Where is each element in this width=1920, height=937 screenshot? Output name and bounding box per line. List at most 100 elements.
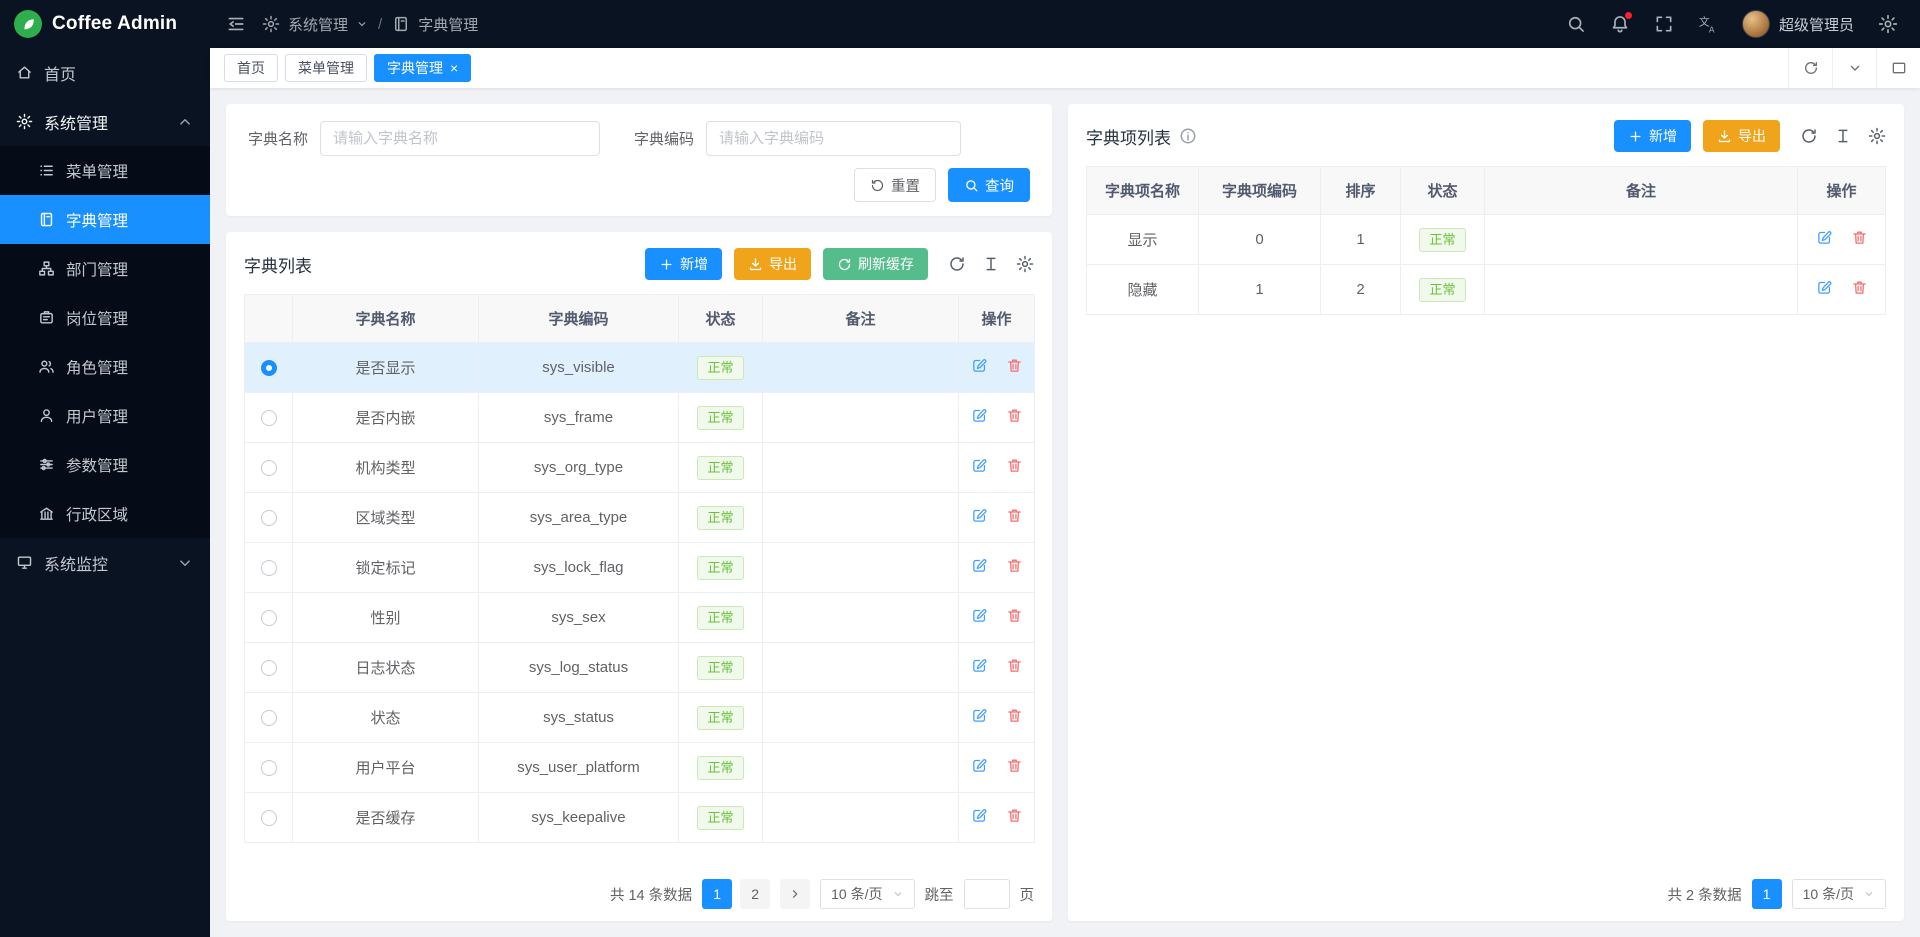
delete-icon[interactable] [1006, 407, 1023, 424]
column-settings-icon[interactable] [1868, 127, 1886, 145]
edit-icon[interactable] [971, 657, 988, 674]
dict-row[interactable]: 日志状态 sys_log_status 正常 [245, 643, 1035, 693]
edit-icon[interactable] [971, 507, 988, 524]
tab-options-chevron-icon[interactable] [1832, 48, 1876, 88]
sidebar-item-dept[interactable]: 部门管理 [0, 244, 210, 293]
delete-icon[interactable] [1006, 557, 1023, 574]
add-dict-item-button[interactable]: 新增 [1614, 120, 1691, 152]
dict-row[interactable]: 机构类型 sys_org_type 正常 [245, 443, 1035, 493]
sidebar-item-user[interactable]: 用户管理 [0, 391, 210, 440]
tab-label: 菜单管理 [298, 58, 354, 78]
user-menu[interactable]: 超级管理员 [1742, 10, 1854, 38]
notification-bell-icon[interactable] [1610, 14, 1630, 34]
dict-row[interactable]: 是否显示 sys_visible 正常 [245, 343, 1035, 393]
reset-button[interactable]: 重置 [854, 168, 936, 202]
add-dict-button[interactable]: 新增 [645, 248, 722, 280]
fullscreen-icon[interactable] [1654, 14, 1674, 34]
sidebar-item-home[interactable]: 首页 [0, 48, 210, 97]
row-select-radio[interactable] [261, 510, 277, 526]
edit-icon[interactable] [971, 457, 988, 474]
page-size-select[interactable]: 10 条/页 [1792, 879, 1886, 909]
delete-icon[interactable] [1006, 807, 1023, 824]
dict-row[interactable]: 用户平台 sys_user_platform 正常 [245, 743, 1035, 793]
refresh-page-icon[interactable] [1788, 48, 1832, 88]
delete-icon[interactable] [1006, 507, 1023, 524]
row-select-radio[interactable] [261, 460, 277, 476]
search-icon[interactable] [1566, 14, 1586, 34]
edit-icon[interactable] [971, 807, 988, 824]
dict-code-input[interactable] [706, 121, 961, 156]
row-select-radio[interactable] [261, 710, 277, 726]
tab-0[interactable]: 首页 [224, 54, 278, 82]
dict-row[interactable]: 区域类型 sys_area_type 正常 [245, 493, 1035, 543]
tab-close-icon[interactable]: × [450, 61, 458, 75]
row-select-radio[interactable] [261, 660, 277, 676]
breadcrumb-system[interactable]: 系统管理 [288, 14, 348, 35]
export-dict-button[interactable]: 导出 [734, 248, 811, 280]
sidebar-item-role[interactable]: 角色管理 [0, 342, 210, 391]
edit-icon[interactable] [1816, 229, 1833, 246]
row-select-radio[interactable] [261, 610, 277, 626]
dict-row[interactable]: 性别 sys_sex 正常 [245, 593, 1035, 643]
dict-row[interactable]: 是否内嵌 sys_frame 正常 [245, 393, 1035, 443]
row-select-radio[interactable] [261, 810, 277, 826]
row-select-radio[interactable] [261, 760, 277, 776]
delete-icon[interactable] [1006, 357, 1023, 374]
dict-row[interactable]: 是否缓存 sys_keepalive 正常 [245, 793, 1035, 843]
menu-item-label: 系统监控 [44, 551, 165, 575]
avatar[interactable] [1742, 10, 1770, 38]
delete-icon[interactable] [1006, 457, 1023, 474]
sidebar-item-post[interactable]: 岗位管理 [0, 293, 210, 342]
maximize-content-icon[interactable] [1876, 48, 1920, 88]
edit-icon[interactable] [971, 407, 988, 424]
export-dict-item-button[interactable]: 导出 [1703, 120, 1780, 152]
status-badge: 正常 [697, 656, 743, 680]
edit-icon[interactable] [971, 607, 988, 624]
delete-icon[interactable] [1006, 707, 1023, 724]
delete-icon[interactable] [1851, 279, 1868, 296]
row-select-radio[interactable] [261, 410, 277, 426]
density-icon[interactable] [1834, 127, 1852, 145]
density-icon[interactable] [982, 255, 1000, 273]
sidebar-collapse-icon[interactable] [226, 14, 246, 34]
jump-page-input[interactable] [964, 879, 1010, 909]
dict-item-row[interactable]: 显示 0 1 正常 [1087, 215, 1886, 265]
dict-row[interactable]: 锁定标记 sys_lock_flag 正常 [245, 543, 1035, 593]
dict-item-row[interactable]: 隐藏 1 2 正常 [1087, 265, 1886, 315]
sidebar-item-monitor[interactable]: 系统监控 [0, 538, 210, 587]
page-button-1[interactable]: 1 [702, 879, 732, 909]
settings-gear-icon[interactable] [1878, 14, 1898, 34]
sidebar-item-dict[interactable]: 字典管理 [0, 195, 210, 244]
sidebar-submenu: 菜单管理 字典管理 部门管理 岗位管理 角色管理 用户管理 参数管理 行政区域 [0, 146, 210, 538]
sidebar-item-system[interactable]: 系统管理 [0, 97, 210, 146]
dict-row[interactable]: 状态 sys_status 正常 [245, 693, 1035, 743]
row-select-radio[interactable] [261, 560, 277, 576]
query-button[interactable]: 查询 [948, 168, 1030, 202]
tab-2[interactable]: 字典管理 × [374, 54, 471, 82]
edit-icon[interactable] [971, 357, 988, 374]
sidebar-item-param[interactable]: 参数管理 [0, 440, 210, 489]
refresh-cache-button[interactable]: 刷新缓存 [823, 248, 928, 280]
delete-icon[interactable] [1851, 229, 1868, 246]
edit-icon[interactable] [971, 757, 988, 774]
sidebar-item-menu[interactable]: 菜单管理 [0, 146, 210, 195]
edit-icon[interactable] [971, 707, 988, 724]
page-size-select[interactable]: 10 条/页 [820, 879, 914, 909]
dict-name-cell: 状态 [293, 693, 479, 743]
refresh-table-icon[interactable] [948, 255, 966, 273]
sidebar-item-region[interactable]: 行政区域 [0, 489, 210, 538]
page-button-2[interactable]: 2 [740, 879, 770, 909]
delete-icon[interactable] [1006, 757, 1023, 774]
page-button-1[interactable]: 1 [1752, 879, 1782, 909]
row-select-radio[interactable] [261, 360, 277, 376]
next-page-button[interactable] [780, 879, 810, 909]
refresh-table-icon[interactable] [1800, 127, 1818, 145]
dict-name-input[interactable] [320, 121, 600, 156]
edit-icon[interactable] [1816, 279, 1833, 296]
delete-icon[interactable] [1006, 657, 1023, 674]
delete-icon[interactable] [1006, 607, 1023, 624]
tab-1[interactable]: 菜单管理 [285, 54, 367, 82]
translate-icon[interactable] [1698, 14, 1718, 34]
edit-icon[interactable] [971, 557, 988, 574]
column-settings-icon[interactable] [1016, 255, 1034, 273]
